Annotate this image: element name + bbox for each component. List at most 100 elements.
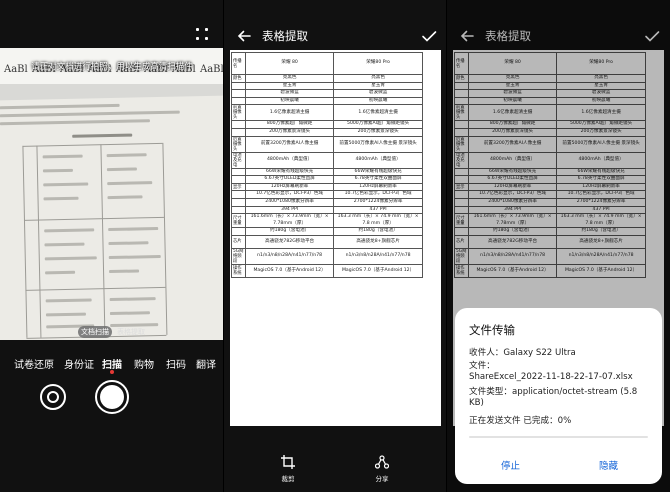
table-cell: 200万像素景深镜头 — [333, 127, 423, 137]
stop-button[interactable]: 停止 — [501, 458, 520, 472]
mode-scan[interactable]: 扫描 — [102, 356, 122, 371]
capture-hint: 请正对文档进行拍照，用以生成高清扫描件 — [31, 62, 193, 72]
table-cell: 5000万像素AI超广角微距镜头 — [333, 120, 423, 129]
table-row: 操作系统 MagicOS 7.0（基于Android 12） MagicOS 7.0… — [231, 263, 423, 278]
lens-switch-button[interactable] — [40, 384, 66, 410]
table-cell: 2700*1224像素分辨率 — [333, 197, 423, 207]
table-category-cell: 颜色 — [231, 74, 246, 83]
table-cell: 亮黑色 — [244, 74, 335, 83]
table-cell: n1/n3/n8/n28A/n41/n77/n78 — [333, 247, 423, 265]
file-transfer-panel: 表格提取 传播名 荣耀 80 荣耀80 Pro 颜色 亮黑色 亮黑色 星玉青 星玉青 碧波微蓝碧… — [447, 0, 670, 492]
table-cell: 碧波微蓝 — [333, 89, 423, 98]
mode-shopping[interactable]: 购物 — [134, 356, 154, 371]
table-category-cell — [231, 227, 246, 236]
table-cell: 亮黑色 — [333, 74, 423, 83]
submode-table-extract[interactable]: 表格提取 — [113, 326, 149, 338]
table-row: 初映晨曦 初映晨曦 — [231, 96, 423, 106]
table-category-cell — [231, 197, 246, 207]
crop-icon — [281, 455, 295, 469]
file-label: 文件： — [469, 361, 495, 371]
table-cell: 前置5000万像素AI人像主摄 景深镜头 — [333, 135, 423, 153]
table-row: 颜色 亮黑色 亮黑色 — [231, 74, 423, 83]
table-cell: 前置3200万像素AI人像主摄 — [244, 135, 335, 153]
table-cell: 163.3 mm（长）× 74.9 mm（宽）× 7.8 mm（厚） — [333, 213, 423, 229]
table-row: 2400*1080像素分辨率 2700*1224像素分辨率 — [231, 197, 423, 207]
table-cell: 约180g（含电池） — [244, 227, 335, 236]
table-category-cell: 操作系统 — [231, 263, 246, 278]
table-category-cell: 前置摄像头 — [231, 104, 246, 122]
mode-translate[interactable]: 翻译 — [196, 356, 216, 371]
selected-mode-indicator — [110, 370, 114, 374]
bottom-toolbar: 裁剪 分享 — [224, 455, 447, 492]
table-preview: 传播名 荣耀 80 荣耀80 Pro 颜色 亮黑色 亮黑色 星玉青 星玉青 碧波微蓝 碧波微蓝 初映… — [230, 50, 441, 426]
table-row: 后置摄像头 前置3200万像素AI人像主摄 前置5000万像素AI人像主摄 景深镜头 — [231, 135, 423, 153]
table-cell: 10.7亿色彩显示，DCI-P3广色域 — [333, 190, 423, 199]
back-arrow-icon[interactable] — [236, 28, 252, 44]
table-category-cell — [231, 167, 246, 177]
table-row: 200万像素景深镜头 200万像素景深镜头 — [231, 127, 423, 137]
submode-document-scan[interactable]: 文档扫描 — [78, 326, 112, 338]
hide-button[interactable]: 隐藏 — [599, 458, 618, 472]
share-icon — [375, 455, 389, 469]
screen-root: AaBl AaBl AaBl AaBl AaBl AaBl AaBl AaBl … — [0, 0, 670, 492]
file-transfer-dialog: 文件传输 收件人：Galaxy S22 Ultra 文件： ShareExcel… — [455, 308, 662, 484]
camera-panel: AaBl AaBl AaBl AaBl AaBl AaBl AaBl AaBl … — [0, 0, 224, 492]
table-cell: 约180g（含电池） — [333, 227, 423, 236]
file-size: KB) — [469, 398, 484, 408]
share-button[interactable]: 分享 — [362, 455, 402, 483]
table-row: 显示 120Hz屏幕刷新率 120Hz屏幕刷新率 — [231, 182, 423, 192]
dialog-title: 文件传输 — [469, 323, 515, 337]
table-row: 碧波微蓝 碧波微蓝 — [231, 89, 423, 98]
mode-id-card[interactable]: 身份证 — [64, 356, 94, 371]
table-cell: 66W荣耀有线超级快充 — [244, 167, 335, 177]
table-category-cell — [231, 205, 246, 215]
table-cell: 高通骁龙8+旗舰芯片 — [333, 234, 423, 249]
table-cell: 碧波微蓝 — [244, 89, 335, 98]
table-cell: 10.7亿色彩显示，DCI-P3广色域 — [244, 190, 335, 199]
table-category-cell: 传播名 — [231, 52, 246, 75]
shutter-button[interactable] — [95, 380, 129, 414]
table-category-cell: 尺寸重量 — [231, 213, 246, 229]
top-bar: 表格提取 — [224, 22, 447, 52]
table-cell: 1.6亿像素超清主摄 — [333, 104, 423, 122]
table-row: 10.7亿色彩显示，DCI-P3广色域 10.7亿色彩显示，DCI-P3广色域 — [231, 190, 423, 199]
table-cell: 1.6亿像素超清主摄 — [244, 104, 335, 122]
table-cell: 120Hz屏幕刷新率 — [333, 182, 423, 192]
table-row: 传播名 荣耀 80 荣耀80 Pro — [231, 52, 423, 75]
table-cell: 初映晨曦 — [333, 96, 423, 106]
table-cell: 800万像素超广角微距 — [244, 120, 335, 129]
table-extract-panel: 表格提取 传播名 荣耀 80 荣耀80 Pro 颜色 亮黑色 亮黑色 星玉青 星玉青 碧波微蓝碧… — [224, 0, 447, 492]
document-in-view — [0, 95, 224, 340]
mode-qr-code[interactable]: 扫码 — [166, 356, 186, 371]
table-category-cell — [231, 190, 246, 199]
confirm-check-icon[interactable] — [421, 28, 437, 44]
table-row: 星玉青 星玉青 — [231, 81, 423, 91]
table-category-cell — [231, 127, 246, 137]
table-category-cell — [231, 96, 246, 106]
table-category-cell: 后置摄像头 — [231, 135, 246, 153]
table-cell: 4800mAh（典型值） — [333, 151, 423, 169]
table-cell: 120Hz屏幕刷新率 — [244, 182, 335, 192]
table-cell: 4800mAh（典型值） — [244, 151, 335, 169]
table-row: 电池及充电 4800mAh（典型值） 4800mAh（典型值） — [231, 151, 423, 169]
table-cell: MagicOS 7.0（基于Android 12） — [333, 263, 423, 278]
crop-button[interactable]: 裁剪 — [268, 455, 308, 483]
file-name: ShareExcel_2022-11-18-22-17-07.xlsx — [469, 372, 633, 382]
table-cell: 荣耀 80 — [244, 52, 335, 75]
mode-exam-restore[interactable]: 试卷还原 — [14, 356, 54, 371]
more-options-icon[interactable] — [196, 28, 208, 40]
scan-submode-switch: 文档扫描 表格提取 — [0, 326, 224, 338]
table-row: 尺寸重量 161.6mm（长）× 73.9mm（宽）× 7.78mm（厚） 163.… — [231, 213, 423, 229]
table-cell: 2400*1080像素分辨率 — [244, 197, 335, 207]
table-cell: 66W荣耀有线超级快充 — [333, 167, 423, 177]
table-category-cell: 5G网络频段 — [231, 247, 246, 265]
table-cell: MagicOS 7.0（基于Android 12） — [244, 263, 335, 278]
table-cell: 星玉青 — [333, 81, 423, 91]
transfer-progress-bar — [469, 436, 648, 438]
table-row: 芯片 高通骁龙782G移动平台 高通骁龙8+旗舰芯片 — [231, 234, 423, 249]
table-category-cell — [231, 120, 246, 129]
table-cell: 394 PPI — [244, 205, 335, 215]
table-cell: 星玉青 — [244, 81, 335, 91]
camera-viewfinder[interactable] — [0, 48, 224, 340]
table-cell: n1/n3/n8/n28A/n41/n77/n78 — [244, 247, 335, 265]
